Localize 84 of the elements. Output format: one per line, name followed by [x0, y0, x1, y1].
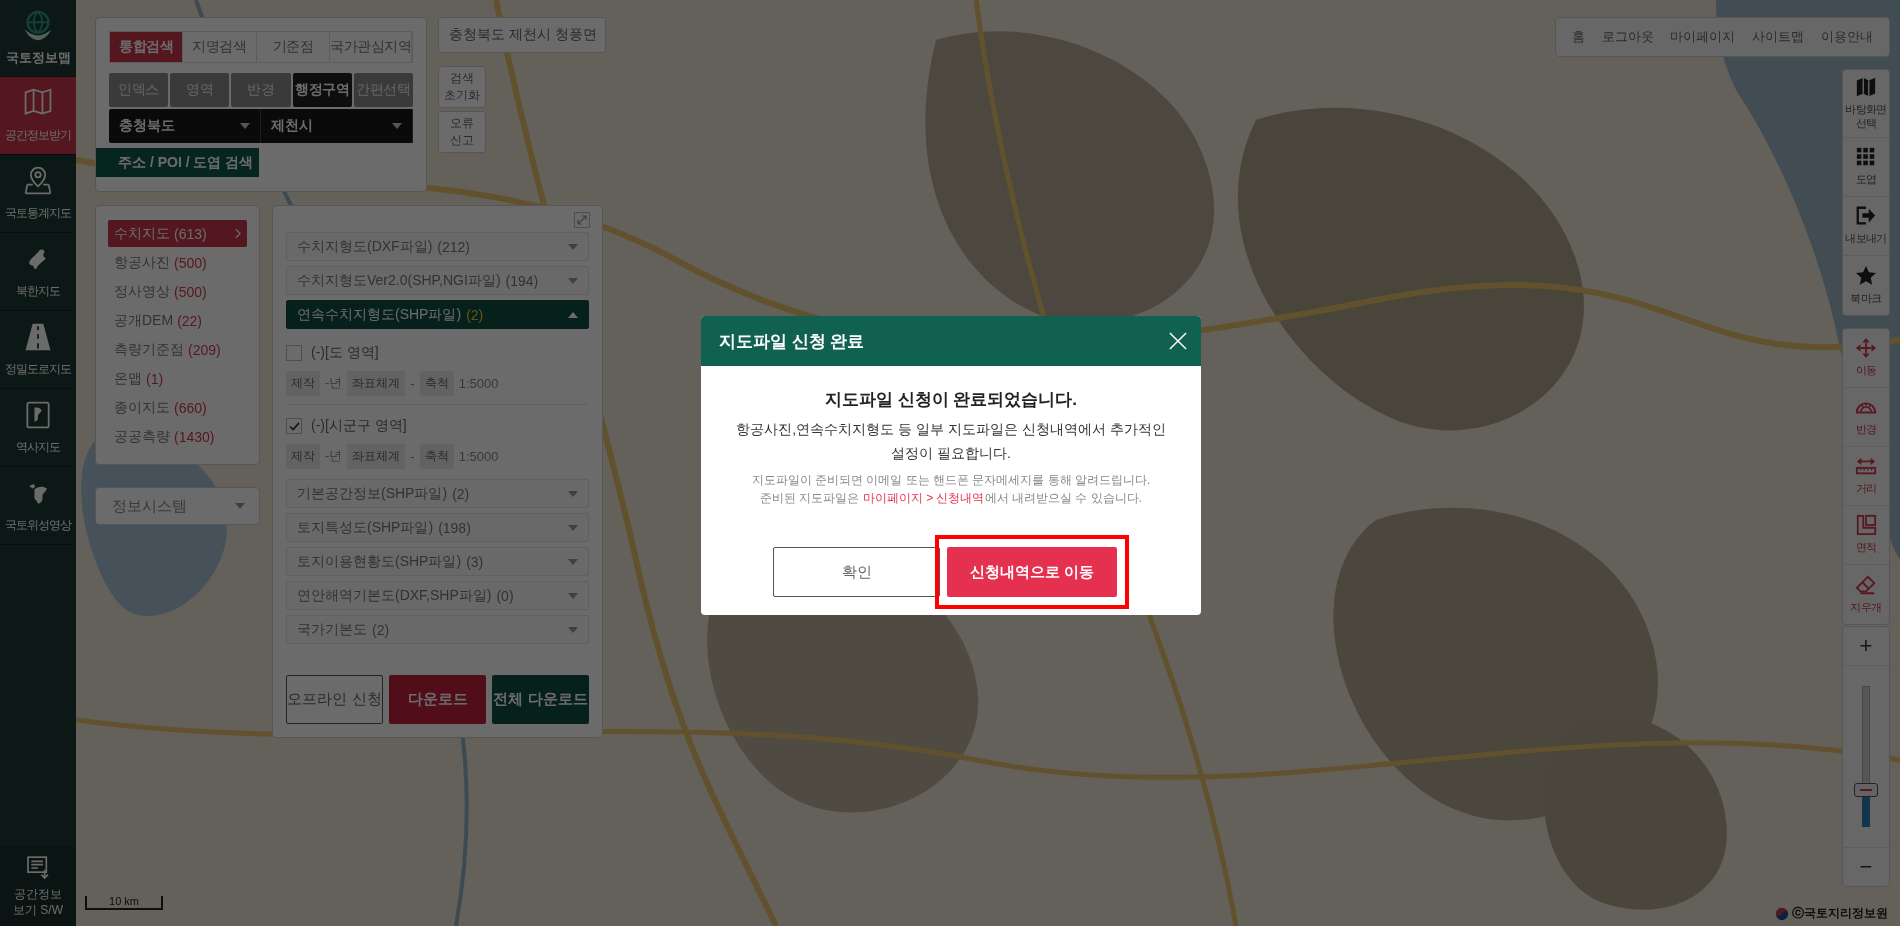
viewer-software-link[interactable]: 공간정보 보기 S/W [0, 846, 76, 926]
close-button[interactable] [1169, 332, 1187, 350]
category-item[interactable]: 수치지도 (613) [108, 220, 247, 247]
app-logo-text: 국토정보맵 [5, 49, 71, 67]
zoom-in-button[interactable]: + [1843, 626, 1889, 665]
caret-down-icon [568, 277, 578, 284]
go-to-history-button[interactable]: 신청내역으로 이동 [947, 547, 1117, 597]
map-tool-button[interactable]: 북마크 [1843, 255, 1889, 315]
scale-bar: 10 km [85, 896, 163, 910]
region-select[interactable]: 충청북도 [109, 109, 261, 143]
search-tab[interactable]: 기준점 [256, 32, 330, 62]
caret-down-icon [568, 558, 578, 565]
map-tool-button[interactable]: 지우개 [1843, 564, 1889, 624]
modal-heading: 지도파일 신청이 완료되었습니다. [824, 389, 1078, 411]
download-button[interactable]: 다운로드 [389, 675, 486, 724]
checkbox-label: (-)[도 영역] [311, 344, 379, 362]
sidebar-item[interactable]: 국토통계지도 [0, 155, 76, 233]
move-arrows-icon [1855, 337, 1877, 360]
map-tool-button[interactable]: 반경 [1843, 387, 1889, 447]
sidebar-item[interactable]: 정밀도로지도 [0, 311, 76, 389]
modal-note: 준비된 지도파일은 마이페이지 > 신청내역 에서 내려받으실 수 있습니다. [760, 490, 1142, 507]
caret-down-icon [568, 490, 578, 497]
map-tool-button[interactable]: 바탕화면 선택 [1843, 70, 1889, 138]
location-pin-icon [22, 165, 54, 197]
location-dropdown[interactable]: 충청북도 제천시 청풍면 [438, 17, 606, 53]
expand-icon [574, 212, 590, 228]
eraser-icon [1855, 573, 1877, 596]
offline-request-button[interactable]: 오프라인 신청 [286, 675, 383, 724]
map-tool-button[interactable]: 면적 [1843, 505, 1889, 565]
meta-value: - [410, 448, 415, 464]
caret-icon [235, 503, 245, 509]
search-tab[interactable]: 지명검색 [183, 32, 257, 62]
meta-value: - [410, 375, 415, 391]
sidebar-item[interactable]: 공간정보받기 [0, 77, 76, 155]
star-icon [1855, 264, 1877, 287]
address-search-button[interactable]: 주소 / POI / 도엽 검색 [96, 148, 259, 177]
category-item[interactable]: 공공측량 (1430) [108, 423, 247, 450]
modal-title: 지도파일 신청 완료 [719, 330, 865, 353]
file-type-accordion[interactable]: 연속수치지형도(SHP파일) (2) [286, 300, 589, 329]
map-icon [1855, 76, 1877, 98]
reset-search-button[interactable]: 검색 초기화 [438, 66, 486, 108]
slider-thumb[interactable] [1854, 782, 1878, 797]
caret-icon [240, 123, 250, 129]
copyright-text: ⓒ국토지리정보원 [1792, 905, 1888, 922]
sidebar-item[interactable]: 역사지도 [0, 389, 76, 467]
checkbox[interactable] [286, 418, 302, 434]
nav-link[interactable]: 마이페이지 [1670, 28, 1736, 46]
map-tool-button[interactable]: 이동 [1843, 328, 1889, 388]
category-item[interactable]: 종이지도 (660) [108, 394, 247, 421]
map-tool-button[interactable]: 도엽 [1843, 137, 1889, 197]
search-tab[interactable]: 통합검색 [110, 32, 184, 62]
caret-down-icon [568, 626, 578, 633]
modal-message: 항공사진,연속수치지형도 등 일부 지도파일은 신청내역에서 추가적인 설정이 필요합니다. [735, 420, 1167, 463]
nav-link[interactable]: 로그아웃 [1601, 28, 1654, 46]
chevron-right-icon [234, 228, 241, 239]
category-item[interactable]: 정사영상 (500) [108, 278, 247, 305]
nav-link[interactable]: 이용안내 [1820, 28, 1873, 46]
search-tab[interactable]: 국가관심지역 [330, 32, 412, 62]
category-item[interactable]: 공개DEM (22) [108, 307, 247, 334]
close-icon [1169, 332, 1187, 350]
region-select[interactable]: 제천시 [261, 109, 413, 143]
nav-link[interactable]: 홈 [1572, 28, 1586, 46]
mode-tab[interactable]: 행정구역 [292, 73, 352, 107]
zoom-out-button[interactable]: − [1843, 847, 1889, 886]
map-tool-button[interactable]: 거리 [1843, 446, 1889, 506]
checkbox-label: (-)[시군구 영역] [311, 417, 407, 435]
map-tool-button[interactable]: 내보내기 [1843, 196, 1889, 256]
nav-link[interactable]: 사이트맵 [1752, 28, 1805, 46]
emblem-icon [1775, 906, 1789, 921]
download-all-button[interactable]: 전체 다운로드 [492, 675, 589, 724]
checkbox[interactable] [286, 345, 302, 361]
caret-up-icon [568, 311, 578, 318]
caret-down-icon [568, 243, 578, 250]
category-item[interactable]: 항공사진 (500) [108, 249, 247, 276]
caret-down-icon [568, 592, 578, 599]
caret-icon [392, 123, 402, 129]
category-item[interactable]: 측량기준점 (209) [108, 336, 247, 363]
category-item[interactable]: 온맵 (1) [108, 365, 247, 392]
sidebar-item[interactable]: 국토위성영상 [0, 467, 76, 545]
report-error-button[interactable]: 오류 신고 [438, 111, 486, 153]
history-link[interactable]: 마이페이지 > 신청내역 [862, 491, 985, 505]
caret-down-icon [568, 524, 578, 531]
modal-note: 지도파일이 준비되면 이메일 또는 핸드폰 문자메세지를 통해 알려드립니다. [751, 472, 1151, 489]
sidebar-item[interactable]: 북한지도 [0, 233, 76, 311]
